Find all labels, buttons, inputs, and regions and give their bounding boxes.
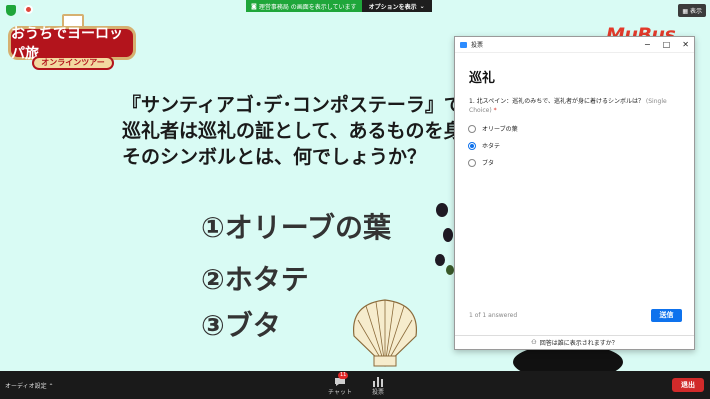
answered-count: 1 of 1 answered [469, 312, 518, 319]
poll-window[interactable]: 投票 − □ ✕ 巡礼 1. 北スペイン：巡礼のみちで、巡礼者が身に着けるシンボ… [454, 36, 695, 350]
meeting-toolbar: オーディオ設定 ⌃ 11 チャット 投票 退出 [0, 371, 710, 399]
question-line: そのシンボルとは、何でしょうか？ [122, 146, 427, 168]
audio-settings-label: オーディオ設定 [5, 383, 47, 390]
question-line: 『サンティアゴ･デ･コンポステーラ』で、 [122, 94, 482, 116]
poll-question-text: 1. 北スペイン：巡礼のみちで、巡礼者が身に着けるシンボルは？ [469, 98, 644, 105]
close-icon[interactable]: ✕ [682, 40, 689, 49]
poll-choice-label: オリーブの葉 [482, 126, 518, 133]
chevron-up-icon: ⌃ [48, 383, 54, 390]
radio-button[interactable] [468, 124, 476, 133]
slide-question: 『サンティアゴ･デ･コンポステーラ』で、 巡礼者は巡礼の証として、あるものを身に… [122, 92, 481, 170]
view-button-label: 表示 [689, 8, 702, 15]
poll-footer[interactable]: ⚇ 回答は誰に表示されますか？ [455, 335, 694, 349]
olive-branch-illustration [435, 203, 454, 275]
poll-icon [372, 373, 384, 387]
screen-share-banner: ◙ 理営事務局 の画面を表示しています オプションを表示 ⌄ [246, 0, 432, 12]
tour-logo: おうちでヨーロッパ旅 オンラインツアー [8, 12, 136, 74]
view-button[interactable]: ▦ 表示 [678, 4, 706, 17]
screen-icon: ◙ [251, 2, 257, 10]
slide-option-pig: ③ブタ [201, 309, 281, 342]
submit-button[interactable]: 送信 [651, 309, 682, 322]
chat-button[interactable]: 11 チャット [328, 372, 352, 396]
poll-choice-label: ホタテ [482, 143, 501, 150]
poll-titlebar: 投票 − □ ✕ [455, 37, 694, 53]
view-icon: ▦ [682, 8, 689, 15]
question-line: 巡礼者は巡礼の証として、あるものを身に [122, 120, 482, 142]
zoom-app-icon [460, 41, 467, 48]
radio-button[interactable] [468, 158, 476, 167]
people-icon: ⚇ [531, 339, 537, 346]
poll-title: 巡礼 [469, 71, 496, 86]
poll-window-title: 投票 [471, 42, 484, 49]
slide-option-scallop: ②ホタテ [201, 263, 309, 296]
radio-button-selected[interactable] [468, 141, 476, 150]
maximize-icon[interactable]: □ [663, 40, 671, 49]
sharing-indicator: ◙ 理営事務局 の画面を表示しています [246, 0, 362, 12]
poll-choice-scallop[interactable]: ホタテ [468, 141, 500, 150]
leave-button[interactable]: 退出 [672, 378, 704, 392]
poll-question: 1. 北スペイン：巡礼のみちで、巡礼者が身に着けるシンボルは？ (Single … [469, 97, 684, 115]
poll-choice-label: ブタ [482, 160, 495, 167]
required-mark: * [493, 107, 497, 114]
logo-subtitle: オンラインツアー [32, 56, 114, 70]
poll-label: 投票 [372, 389, 385, 396]
scallop-shell-illustration [353, 299, 417, 367]
audio-settings-button[interactable]: オーディオ設定 ⌃ [5, 381, 54, 390]
sharing-text: 理営事務局 の画面を表示しています [258, 3, 357, 11]
slide-option-olive: ①オリーブの葉 [201, 211, 392, 244]
view-options-label: オプションを表示 [368, 3, 417, 11]
poll-button[interactable]: 投票 [372, 373, 384, 396]
view-options-button[interactable]: オプションを表示 ⌄ [361, 0, 432, 12]
minimize-icon[interactable]: − [644, 40, 651, 49]
chat-badge: 11 [338, 372, 349, 379]
poll-choice-pig[interactable]: ブタ [468, 158, 494, 167]
chat-label: チャット [328, 389, 352, 396]
poll-choice-olive[interactable]: オリーブの葉 [468, 124, 518, 133]
poll-footer-text: 回答は誰に表示されますか？ [539, 340, 618, 347]
chevron-down-icon: ⌄ [419, 2, 425, 10]
